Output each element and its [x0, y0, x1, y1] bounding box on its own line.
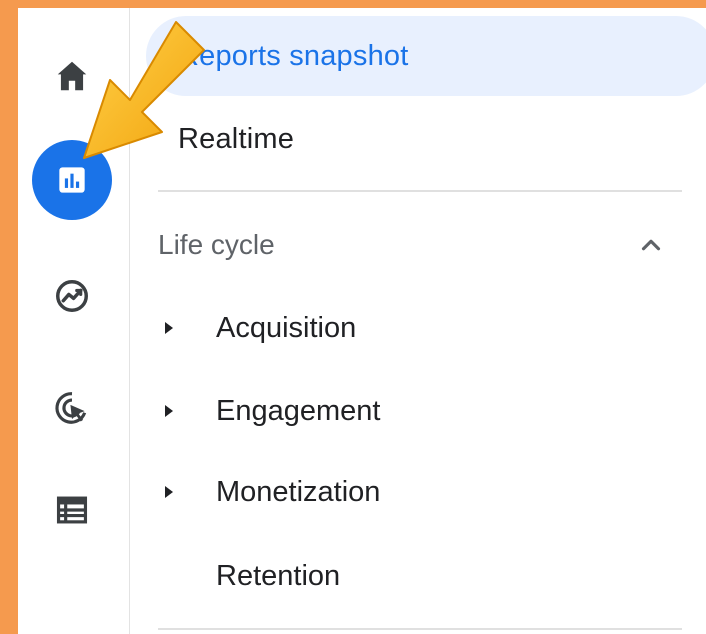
explore-trend-icon [56, 280, 88, 312]
caret-right-icon [158, 481, 180, 503]
nav-item-label: Retention [216, 559, 341, 592]
divider [158, 190, 682, 192]
section-header-life-cycle[interactable]: Life cycle [158, 220, 275, 270]
caret-right-icon [158, 317, 180, 339]
advertising-cursor-icon [55, 392, 87, 424]
caret-right-icon [158, 400, 180, 422]
nav-item-label: Engagement [216, 394, 381, 427]
callout-arrow-icon [83, 21, 205, 159]
reports-nav: Reports snapshot Realtime Life cycle Acq… [130, 8, 706, 634]
list-icon [56, 496, 88, 524]
app-panel: Reports snapshot Realtime Life cycle Acq… [18, 8, 706, 634]
nav-item-monetization[interactable]: Monetization [158, 457, 682, 527]
divider [158, 628, 682, 630]
reports-bar-chart-icon [59, 167, 85, 193]
nav-item-engagement[interactable]: Engagement [158, 376, 682, 446]
nav-item-retention[interactable]: Retention [158, 541, 682, 611]
nav-item-label: Acquisition [216, 311, 357, 344]
section-label: Life cycle [158, 229, 275, 260]
chevron-up-icon[interactable] [636, 230, 666, 260]
nav-item-label: Monetization [216, 475, 381, 508]
explore-button[interactable] [32, 256, 112, 336]
nav-item-reports-snapshot[interactable]: Reports snapshot [146, 16, 706, 96]
library-button[interactable] [32, 470, 112, 550]
nav-item-acquisition[interactable]: Acquisition [158, 293, 682, 363]
advertising-button[interactable] [32, 368, 112, 448]
